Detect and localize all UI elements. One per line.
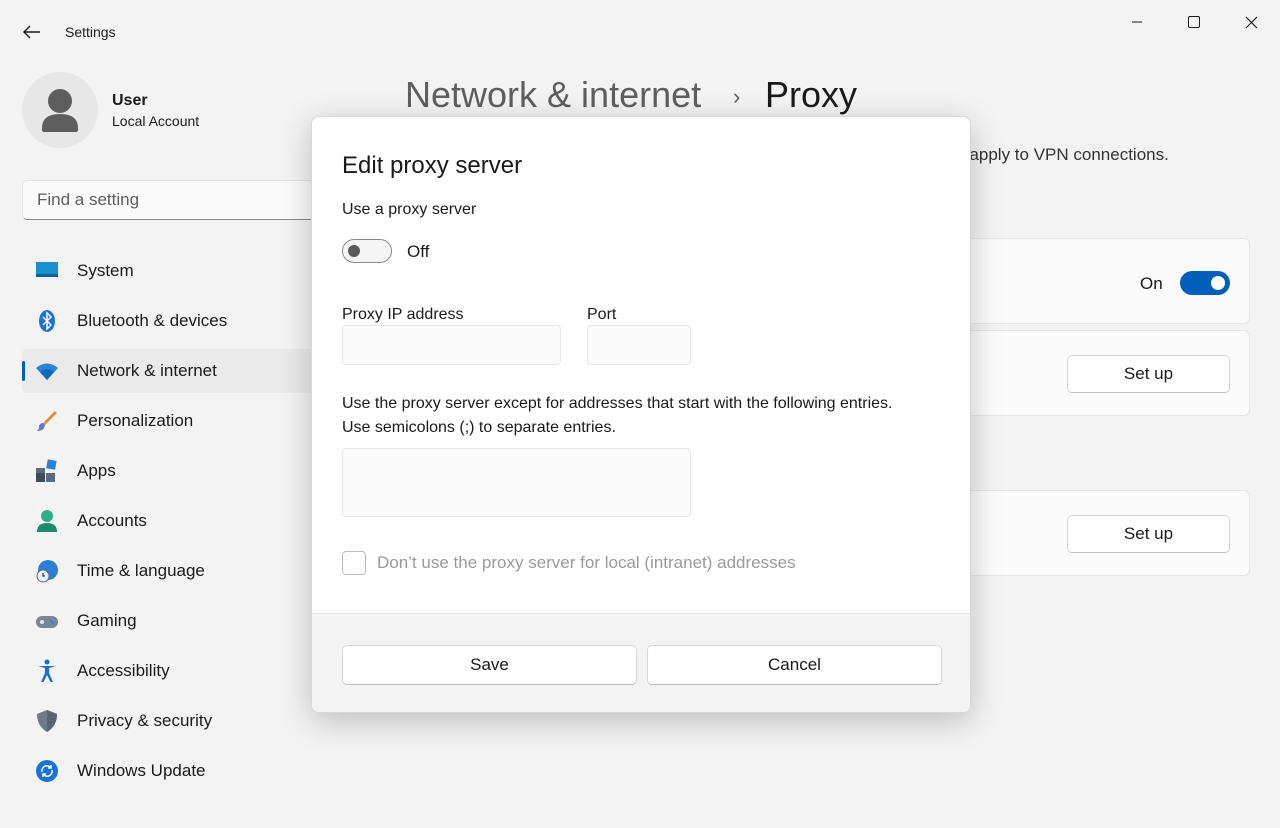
cancel-button-label: Cancel [768,655,821,674]
dialog-footer: Save Cancel [312,613,970,712]
use-proxy-toggle[interactable] [342,239,392,263]
save-button-label: Save [470,655,509,674]
use-proxy-state-label: Off [407,242,430,261]
port-label: Port [587,306,617,323]
port-input[interactable] [587,325,691,365]
proxy-ip-label: Proxy IP address [342,306,464,323]
save-button[interactable]: Save [342,645,637,685]
exceptions-label-line1: Use the proxy server except for addresse… [342,395,893,412]
cancel-button[interactable]: Cancel [647,645,942,685]
dialog-title: Edit proxy server [342,152,523,179]
exceptions-label-line2: Use semicolons (;) to separate entries. [342,419,616,436]
use-proxy-label: Use a proxy server [342,201,477,218]
toggle-knob [348,245,360,257]
edit-proxy-dialog: Edit proxy server Use a proxy server Off… [311,116,971,713]
local-bypass-label[interactable]: Don’t use the proxy server for local (in… [377,553,796,573]
local-bypass-checkbox[interactable] [342,551,366,575]
proxy-ip-input[interactable] [342,325,561,365]
exceptions-input[interactable] [342,448,691,517]
